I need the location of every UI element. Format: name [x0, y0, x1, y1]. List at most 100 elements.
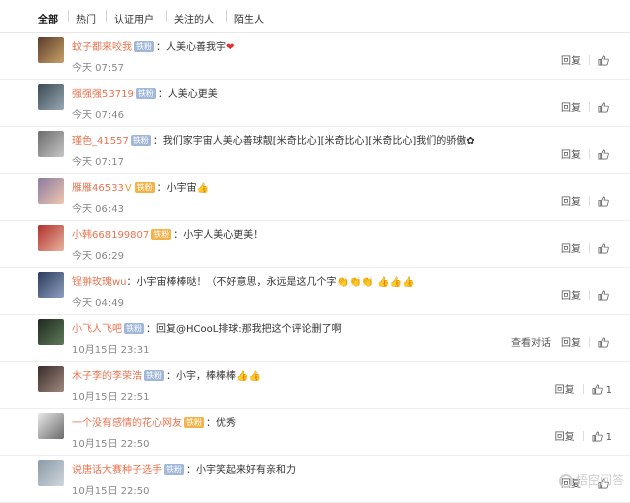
- avatar[interactable]: [38, 225, 64, 251]
- fan-badge: 铁粉: [135, 88, 156, 99]
- username-link[interactable]: 雁雁46533: [72, 183, 124, 194]
- like-button[interactable]: 1: [592, 431, 612, 443]
- username-link[interactable]: 小韩668199807: [72, 230, 149, 241]
- emoji-icon: 👏👏👏 👍👍👍: [336, 277, 415, 288]
- action-divider: [589, 337, 590, 347]
- watermark: 悟空问答: [558, 471, 624, 488]
- username-link[interactable]: 说唐话大赛种子选手: [72, 465, 162, 476]
- like-button[interactable]: [598, 102, 612, 114]
- comment-line: 小飞人飞吧 铁粉 ：回复@HCooL排球:那我把这个评论删了啊: [72, 320, 342, 335]
- thumbs-up-icon: [598, 196, 609, 207]
- comment-actions: 回复: [551, 240, 612, 255]
- reply-button[interactable]: 回复: [561, 52, 581, 67]
- comment-text: ：优秀: [206, 418, 236, 429]
- tab-hot[interactable]: 热门: [76, 11, 96, 26]
- like-button[interactable]: [598, 337, 612, 349]
- reply-button[interactable]: 回复: [561, 334, 581, 349]
- like-button[interactable]: [598, 243, 612, 255]
- emoji-icon: ❤: [226, 42, 235, 53]
- thumbs-up-icon: [592, 431, 603, 442]
- comment-actions: 回复: [551, 193, 612, 208]
- avatar[interactable]: [38, 272, 64, 298]
- comment-actions: 回复: [551, 52, 612, 67]
- comment-line: 一个没有感情的花心网友 铁粉 ：优秀: [72, 414, 236, 429]
- reply-button[interactable]: 回复: [561, 146, 581, 161]
- fan-badge: 铁粉: [151, 229, 172, 240]
- thumbs-up-icon: [592, 384, 603, 395]
- like-button[interactable]: [598, 149, 612, 161]
- action-divider: [582, 384, 584, 394]
- comment-line: 蚊子都来咬我 铁粉 ：人美心善我宇❤: [72, 38, 234, 53]
- username-link[interactable]: 锃翀玫瑰wu: [72, 277, 127, 288]
- comment-actions: 回复: [551, 287, 612, 302]
- tab-following[interactable]: 关注的人: [174, 11, 214, 26]
- reply-button[interactable]: 回复: [561, 240, 581, 255]
- avatar[interactable]: [38, 84, 64, 110]
- comment-line: 小韩668199807 铁粉 ：小宇人美心更美！: [72, 226, 263, 241]
- comment-time: 今天 04:49: [72, 298, 124, 309]
- comment-time: 今天 06:29: [72, 251, 124, 262]
- comment-text: ：回复@HCooL排球:: [146, 324, 242, 335]
- comment-time: 10月15日 22:51: [72, 392, 150, 403]
- like-button[interactable]: [598, 196, 612, 208]
- thumbs-up-icon: [598, 290, 609, 301]
- tab-divider: [106, 10, 107, 22]
- tab-divider: [166, 10, 167, 22]
- like-button[interactable]: [598, 55, 612, 67]
- username-link[interactable]: 瑾色_41557: [72, 136, 129, 147]
- action-divider: [589, 55, 590, 65]
- like-button[interactable]: 1: [592, 384, 612, 396]
- reply-button[interactable]: 回复: [555, 428, 575, 443]
- username-link[interactable]: 一个没有感情的花心网友: [72, 418, 182, 429]
- avatar[interactable]: [38, 460, 64, 486]
- comment-text: ：小宇笑起来好有亲和力: [186, 465, 296, 476]
- comment-text: ：小宇人美心更美！: [173, 230, 264, 241]
- tab-all[interactable]: 全部: [38, 11, 58, 26]
- username-link[interactable]: 小飞人飞吧: [72, 324, 122, 335]
- emoji-icon: 👍👍: [236, 371, 261, 382]
- avatar[interactable]: [38, 366, 64, 392]
- action-divider: [589, 149, 590, 159]
- comment-row: 强强强53719 铁粉 ：人美心更美 今天 07:46 回复: [0, 80, 630, 127]
- thumbs-up-icon: [598, 102, 609, 113]
- username-link[interactable]: 强强强53719: [72, 89, 134, 100]
- avatar[interactable]: [38, 131, 64, 157]
- fan-badge: 铁粉: [184, 417, 204, 428]
- comment-line: 强强强53719 铁粉 ：人美心更美: [72, 85, 218, 100]
- reply-button[interactable]: 回复: [561, 287, 581, 302]
- comment-text: ：人美心善我宇: [156, 42, 226, 53]
- reply-button[interactable]: 回复: [561, 193, 581, 208]
- action-divider: [589, 243, 590, 253]
- comment-actions: 回复 1: [545, 381, 612, 396]
- avatar[interactable]: [38, 319, 64, 345]
- comment-row: 一个没有感情的花心网友 铁粉 ：优秀 10月15日 22:50 回复 1: [0, 409, 630, 456]
- tab-divider: [226, 10, 227, 22]
- avatar[interactable]: [38, 178, 64, 204]
- comment-row: 小韩668199807 铁粉 ：小宇人美心更美！ 今天 06:29 回复: [0, 221, 630, 268]
- fan-badge: 铁粉: [130, 135, 151, 146]
- avatar[interactable]: [38, 413, 64, 439]
- comment-list: 蚊子都来咬我 铁粉 ：人美心善我宇❤ 今天 07:57 回复 强强强53719 铁粉 ：人美心…: [0, 33, 630, 503]
- thumbs-up-icon: [598, 337, 609, 348]
- avatar[interactable]: [38, 37, 64, 63]
- reply-button[interactable]: 回复: [561, 99, 581, 114]
- emoji-icon: 那我把这个评论删了啊: [241, 324, 342, 335]
- fan-badge: 铁粉: [144, 370, 164, 381]
- like-button[interactable]: [598, 290, 612, 302]
- like-count: 1: [605, 432, 612, 443]
- view-conversation-button[interactable]: 查看对话: [511, 334, 551, 349]
- thumbs-up-icon: [598, 55, 609, 66]
- comment-row: 说唐话大赛种子选手 铁粉 ：小宇笑起来好有亲和力 10月15日 22:50 回复: [0, 456, 630, 503]
- comment-row: 锃翀玫瑰wu：小宇宙棒棒哒！（不好意思，永远是这几个字👏👏👏 👍👍👍 今天 04:…: [0, 268, 630, 315]
- tab-strangers[interactable]: 陌生人: [234, 11, 264, 26]
- comment-text: ：小宇，棒棒棒: [166, 371, 236, 382]
- fan-badge: 铁粉: [134, 182, 155, 193]
- reply-button[interactable]: 回复: [555, 381, 575, 396]
- comment-line: 说唐话大赛种子选手 铁粉 ：小宇笑起来好有亲和力: [72, 461, 296, 476]
- tab-verified[interactable]: 认证用户: [114, 11, 154, 26]
- username-link[interactable]: 木子李的李荣浩: [72, 371, 142, 382]
- comment-line: 木子李的李荣浩 铁粉 ：小宇，棒棒棒👍👍: [72, 367, 261, 382]
- comment-time: 10月15日 23:31: [72, 345, 150, 356]
- comment-row: 雁雁46533V 铁粉 ：小宇宙👍 今天 06:43 回复: [0, 174, 630, 221]
- username-link[interactable]: 蚊子都来咬我: [72, 42, 132, 53]
